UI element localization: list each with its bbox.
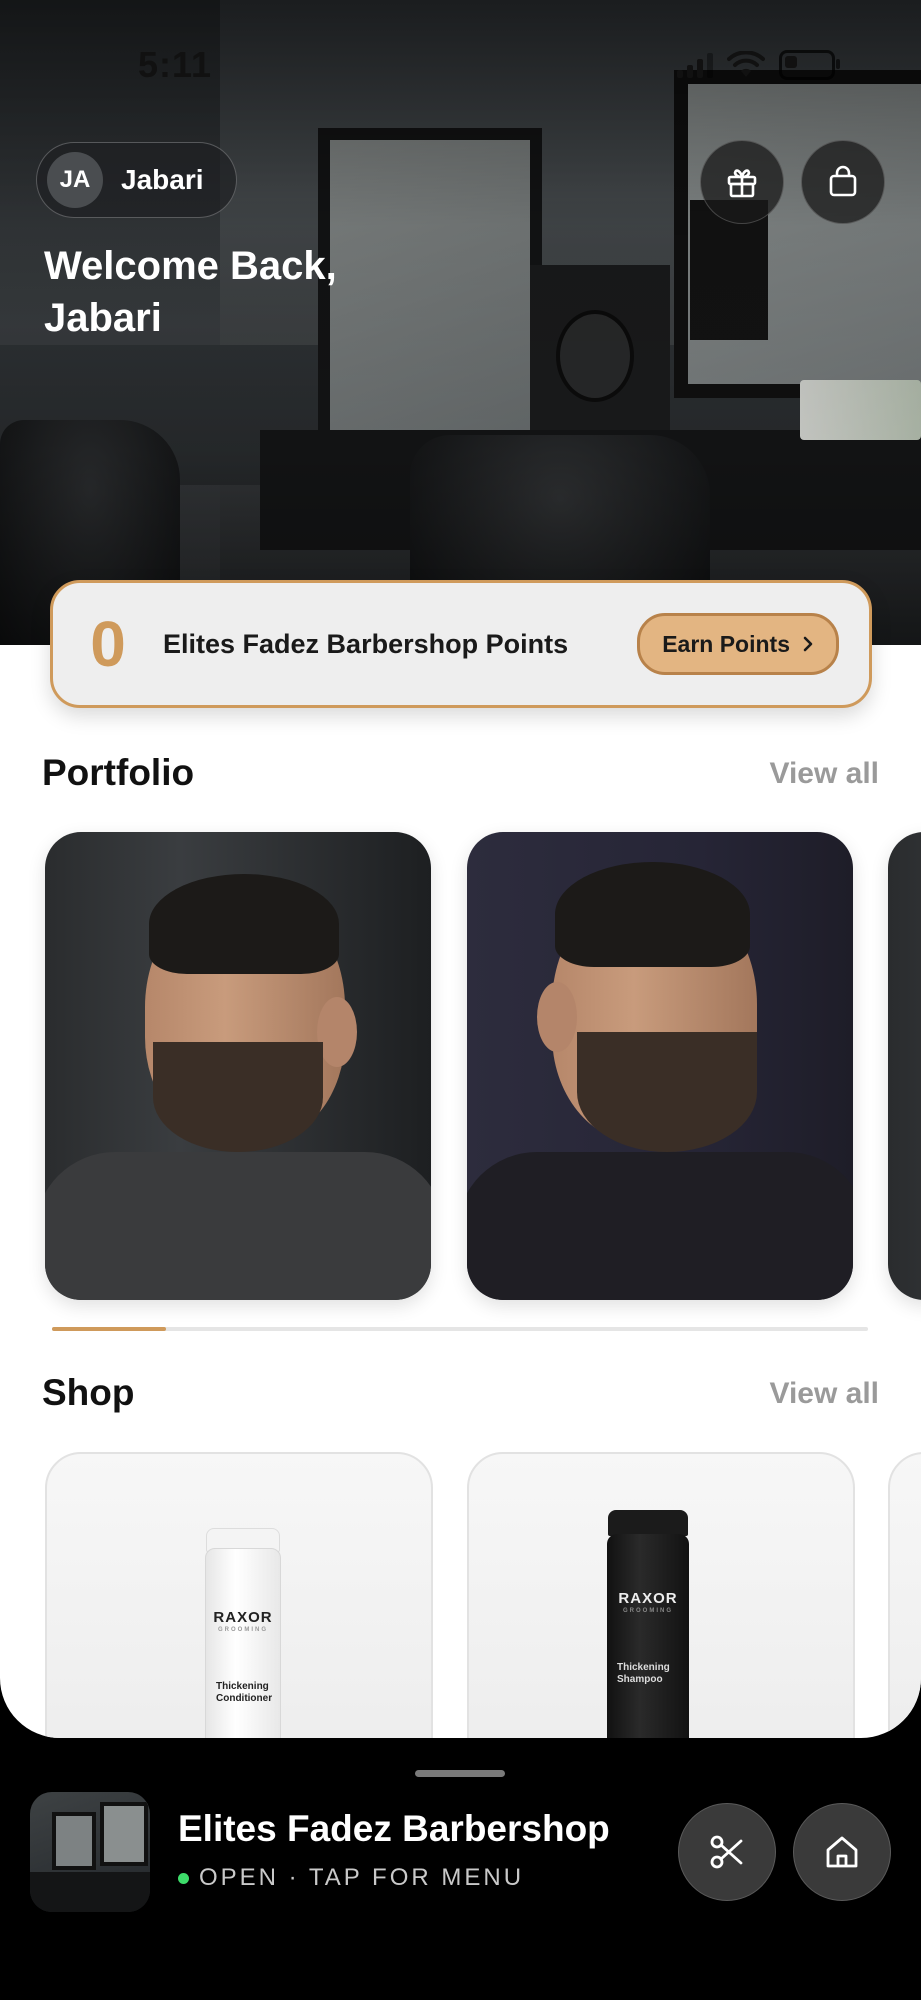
- shop-title: Shop: [42, 1372, 135, 1413]
- chevron-right-icon: [803, 636, 813, 652]
- home-icon: [826, 1836, 858, 1868]
- user-name: Jabari: [121, 164, 204, 195]
- product-brand: RAXOR: [213, 1609, 273, 1626]
- status-icons: [677, 50, 840, 80]
- home-button[interactable]: [793, 1803, 891, 1901]
- gift-button[interactable]: [700, 140, 784, 224]
- earn-points-button[interactable]: Earn Points: [637, 613, 839, 675]
- points-label: Elites Fadez Barbershop Points: [163, 628, 569, 659]
- sheet-handle[interactable]: [415, 1770, 505, 1777]
- welcome-heading: Welcome Back, Jabari: [44, 240, 337, 344]
- shop-status[interactable]: OPEN · TAP FOR MENU: [178, 1864, 524, 1892]
- gift-icon: [727, 169, 757, 198]
- shop-name[interactable]: Elites Fadez Barbershop: [178, 1808, 610, 1850]
- main-screen: 5:11 JA Jabari Welcome Back, Jabari 0 El…: [0, 0, 921, 1738]
- product-sub: GROOMING: [218, 1627, 268, 1633]
- services-button[interactable]: [678, 1803, 776, 1901]
- product-name: Thickening Conditioner: [216, 1681, 273, 1704]
- shopping-bag-icon: [829, 165, 857, 197]
- portfolio-title: Portfolio: [42, 752, 195, 793]
- product-name: Thickening Shampoo: [617, 1662, 670, 1685]
- portfolio-view-all[interactable]: View all: [769, 757, 879, 791]
- shop-view-all[interactable]: View all: [769, 1377, 879, 1411]
- portfolio-scrollbar[interactable]: [52, 1327, 868, 1331]
- product-card[interactable]: RAXOR GROOMING Thickening Conditioner: [45, 1452, 433, 1738]
- product-sub: GROOMING: [623, 1608, 673, 1614]
- portfolio-item[interactable]: [467, 832, 853, 1300]
- scissors-icon: [710, 1835, 743, 1869]
- portfolio-item[interactable]: [45, 832, 431, 1300]
- product-card[interactable]: [888, 1452, 921, 1738]
- portfolio-scroll-thumb[interactable]: [52, 1327, 167, 1331]
- open-status-dot: [178, 1872, 189, 1884]
- shopping-bag-button[interactable]: [801, 140, 885, 224]
- user-profile-pill[interactable]: JA Jabari: [36, 142, 237, 218]
- status-text: OPEN · TAP FOR MENU: [199, 1864, 525, 1891]
- earn-points-label: Earn Points: [662, 630, 790, 657]
- welcome-line1: Welcome Back,: [44, 244, 337, 288]
- points-value: 0: [90, 608, 126, 680]
- avatar: JA: [47, 152, 103, 208]
- status-time: 5:11: [138, 44, 213, 85]
- battery-icon: [779, 50, 840, 80]
- points-card[interactable]: 0 Elites Fadez Barbershop Points Earn Po…: [50, 580, 872, 708]
- portfolio-item[interactable]: [888, 832, 921, 1300]
- welcome-line2: Jabari: [44, 296, 162, 340]
- product-brand: RAXOR: [618, 1590, 678, 1607]
- wifi-icon: [727, 51, 765, 77]
- signal-icon: [677, 52, 713, 78]
- shop-thumbnail[interactable]: [30, 1792, 150, 1912]
- product-card[interactable]: RAXOR GROOMING Thickening Shampoo: [467, 1452, 855, 1738]
